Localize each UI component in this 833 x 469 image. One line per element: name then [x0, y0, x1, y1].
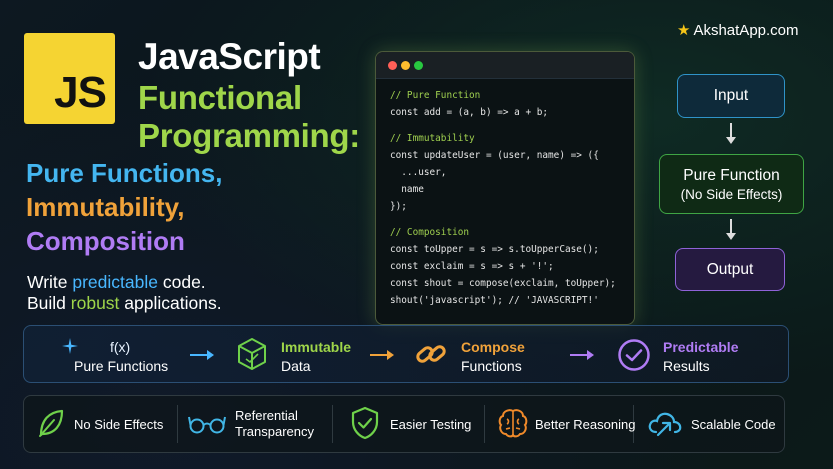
benefit-referential-transparency: Referential Transparency	[235, 408, 314, 439]
flow-arrow-down-icon	[726, 123, 736, 144]
tagline-2-pre: Build	[27, 293, 71, 313]
title-programming: Programming:	[138, 117, 360, 154]
code-line: const shout = compose(exclaim, toUpper);	[390, 278, 616, 289]
chain-link-icon	[414, 338, 448, 370]
concept-pure-functions: Pure Functions	[74, 358, 169, 374]
title-functional: Functional	[138, 79, 302, 116]
js-logo-text: JS	[54, 68, 107, 117]
arrow-right-icon	[190, 350, 214, 360]
code-line: ...user,	[390, 167, 447, 178]
tagline-line-1: Write predictable code.	[27, 272, 206, 293]
tagline-2-highlight: robust	[70, 293, 120, 313]
benefit-scalable-code: Scalable Code	[691, 417, 776, 432]
code-window-titlebar	[376, 52, 634, 79]
tagline-2-post: applications.	[119, 293, 222, 313]
cube-icon	[236, 337, 268, 371]
concept-immutable-title: Immutable	[281, 339, 352, 355]
leaf-icon	[37, 408, 65, 438]
code-line: const updateUser = (user, name) => ({	[390, 150, 599, 161]
flow-input-label: Input	[713, 87, 749, 104]
code-line: });	[390, 201, 407, 212]
concept-predictable-sub: Results	[663, 358, 710, 374]
tagline-1-post: code.	[158, 272, 206, 292]
code-comment-line: // Composition	[390, 227, 470, 238]
benefit-better-reasoning: Better Reasoning	[535, 417, 636, 432]
flow-pure-function-box: Pure Function (No Side Effects)	[659, 154, 804, 214]
flow-pure-sub-label: (No Side Effects)	[680, 186, 783, 202]
arrow-right-icon	[570, 350, 594, 360]
sparkle-icon	[62, 338, 78, 354]
code-window: // Pure Function const add = (a, b) => a …	[375, 51, 635, 325]
flow-output-label: Output	[706, 260, 754, 278]
code-comment-line: // Pure Function	[390, 90, 481, 101]
code-line: const add = (a, b) => a + b;	[390, 107, 549, 118]
benefit-divider	[332, 405, 333, 443]
flow-input-box: Input	[677, 74, 785, 118]
shield-check-icon	[350, 406, 380, 440]
minimize-dot-icon	[401, 61, 410, 70]
star-icon: ★	[677, 22, 691, 39]
topic-immutability: Immutability,	[26, 192, 185, 222]
concept-immutable-sub: Data	[281, 358, 311, 374]
topic-pure-functions: Pure Functions,	[26, 158, 223, 188]
benefit-no-side-effects: No Side Effects	[74, 417, 164, 432]
code-line: name	[390, 184, 424, 195]
flow-arrow-down-icon	[726, 219, 736, 240]
code-comment-line: // Immutability	[390, 133, 475, 144]
flow-output-box: Output	[675, 248, 785, 291]
tagline-1-highlight: predictable	[72, 272, 158, 292]
concept-compose-sub: Functions	[461, 358, 522, 374]
cloud-arrow-icon	[648, 408, 682, 438]
code-body: // Pure Function const add = (a, b) => a …	[376, 79, 634, 309]
maximize-dot-icon	[414, 61, 423, 70]
fx-label: f(x)	[110, 339, 131, 355]
concept-compose-title: Compose	[461, 339, 525, 355]
brand-name: AkshatApp.com	[693, 22, 799, 39]
flow-pure-label: Pure Function	[683, 166, 780, 184]
tagline-1-pre: Write	[27, 272, 73, 292]
check-circle-icon	[617, 338, 651, 372]
benefit-divider	[484, 405, 485, 443]
code-line: const toUpper = s => s.toUpperCase();	[390, 244, 599, 255]
title-javascript: JavaScript	[138, 36, 321, 77]
arrow-right-icon	[370, 350, 394, 360]
brand-link[interactable]: ★ AkshatApp.com	[677, 21, 799, 39]
benefit-divider	[177, 405, 178, 443]
code-line: const exclaim = s => s + '!';	[390, 261, 554, 272]
topic-composition: Composition	[26, 226, 185, 256]
code-line: shout('javascript'); // 'JAVASCRIPT!'	[390, 295, 599, 306]
glasses-icon	[188, 413, 226, 435]
close-dot-icon	[388, 61, 397, 70]
js-logo: JS	[24, 33, 115, 124]
concept-predictable-title: Predictable	[663, 339, 739, 355]
tagline-line-2: Build robust applications.	[27, 293, 222, 314]
brain-icon	[497, 407, 529, 439]
benefit-easier-testing: Easier Testing	[390, 417, 472, 432]
